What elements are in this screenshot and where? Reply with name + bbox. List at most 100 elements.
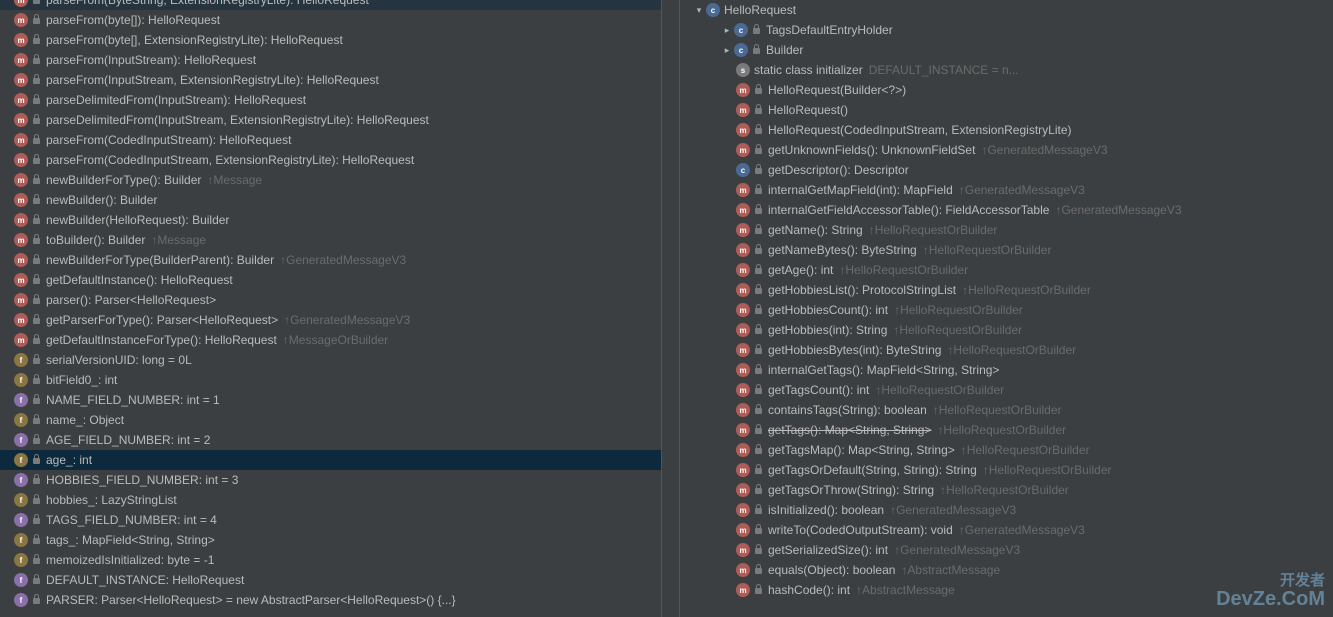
lock-icon — [32, 414, 42, 426]
tree-row[interactable]: mgetParserForType(): Parser<HelloRequest… — [0, 310, 661, 330]
lock-icon — [754, 164, 764, 176]
member-label: newBuilderForType(BuilderParent): Builde… — [46, 253, 274, 267]
method-icon: m — [14, 153, 28, 167]
method-icon: m — [14, 133, 28, 147]
tree-row[interactable]: mhashCode(): int↑AbstractMessage — [680, 580, 1333, 600]
field-icon: f — [14, 453, 28, 467]
method-icon: m — [736, 403, 750, 417]
override-hint: ↑HelloRequestOrBuilder — [937, 423, 1066, 437]
tree-row[interactable]: sstatic class initializerDEFAULT_INSTANC… — [680, 60, 1333, 80]
tree-row[interactable]: mparseDelimitedFrom(InputStream): HelloR… — [0, 90, 661, 110]
chevron-right-icon[interactable]: ▸ — [722, 25, 732, 36]
tree-row[interactable]: mgetName(): String↑HelloRequestOrBuilder — [680, 220, 1333, 240]
tree-row[interactable]: minternalGetFieldAccessorTable(): FieldA… — [680, 200, 1333, 220]
tree-row[interactable]: ▾cHelloRequest — [680, 0, 1333, 20]
tree-row[interactable]: mparseFrom(InputStream, ExtensionRegistr… — [0, 70, 661, 90]
tree-row[interactable]: fHOBBIES_FIELD_NUMBER: int = 3 — [0, 470, 661, 490]
tree-row[interactable]: mHelloRequest() — [680, 100, 1333, 120]
chevron-down-icon[interactable]: ▾ — [694, 5, 704, 16]
tree-row[interactable]: mnewBuilderForType(BuilderParent): Build… — [0, 250, 661, 270]
field-icon: f — [14, 413, 28, 427]
structure-panel-left[interactable]: mparseFrom(ByteString, ExtensionRegistry… — [0, 0, 662, 617]
tree-row[interactable]: mcontainsTags(String): boolean↑HelloRequ… — [680, 400, 1333, 420]
tree-row[interactable]: ▸cBuilder — [680, 40, 1333, 60]
tree-row[interactable]: mparseFrom(byte[], ExtensionRegistryLite… — [0, 30, 661, 50]
tree-row[interactable]: fhobbies_: LazyStringList — [0, 490, 661, 510]
tree-row[interactable]: mtoBuilder(): Builder↑Message — [0, 230, 661, 250]
member-label: getTags(): Map<String, String> — [768, 423, 931, 437]
lock-icon — [754, 484, 764, 496]
tree-row[interactable]: mgetTags(): Map<String, String>↑HelloReq… — [680, 420, 1333, 440]
tree-row[interactable]: fPARSER: Parser<HelloRequest> = new Abst… — [0, 590, 661, 610]
tree-row[interactable]: fbitField0_: int — [0, 370, 661, 390]
tree-row[interactable]: mgetTagsMap(): Map<String, String>↑Hello… — [680, 440, 1333, 460]
tree-row[interactable]: mparseFrom(InputStream): HelloRequest — [0, 50, 661, 70]
method-icon: m — [736, 463, 750, 477]
tree-row[interactable]: mgetHobbiesCount(): int↑HelloRequestOrBu… — [680, 300, 1333, 320]
panel-splitter[interactable] — [662, 0, 680, 617]
tree-row[interactable]: mgetHobbiesBytes(int): ByteString↑HelloR… — [680, 340, 1333, 360]
tree-row[interactable]: mgetAge(): int↑HelloRequestOrBuilder — [680, 260, 1333, 280]
lock-icon — [32, 534, 42, 546]
lock-icon — [32, 54, 42, 66]
tree-row[interactable]: misInitialized(): boolean↑GeneratedMessa… — [680, 500, 1333, 520]
tree-row[interactable]: ftags_: MapField<String, String> — [0, 530, 661, 550]
tree-row[interactable]: mgetTagsOrDefault(String, String): Strin… — [680, 460, 1333, 480]
tree-row[interactable]: ▸cTagsDefaultEntryHolder — [680, 20, 1333, 40]
tree-row[interactable]: minternalGetTags(): MapField<String, Str… — [680, 360, 1333, 380]
tree-row[interactable]: mHelloRequest(Builder<?>) — [680, 80, 1333, 100]
tree-row[interactable]: mgetNameBytes(): ByteString↑HelloRequest… — [680, 240, 1333, 260]
tree-row[interactable]: fage_: int — [0, 450, 661, 470]
tree-row[interactable]: mequals(Object): boolean↑AbstractMessage — [680, 560, 1333, 580]
tree-row[interactable]: cgetDescriptor(): Descriptor — [680, 160, 1333, 180]
field-icon: f — [14, 553, 28, 567]
method-icon: m — [14, 313, 28, 327]
method-icon: m — [736, 323, 750, 337]
tree-row[interactable]: fTAGS_FIELD_NUMBER: int = 4 — [0, 510, 661, 530]
tree-row[interactable]: fDEFAULT_INSTANCE: HelloRequest — [0, 570, 661, 590]
tree-row[interactable]: mparseFrom(ByteString, ExtensionRegistry… — [0, 0, 661, 10]
lock-icon — [32, 174, 42, 186]
tree-row[interactable]: mgetDefaultInstance(): HelloRequest — [0, 270, 661, 290]
tree-row[interactable]: minternalGetMapField(int): MapField↑Gene… — [680, 180, 1333, 200]
tree-row[interactable]: fserialVersionUID: long = 0L — [0, 350, 661, 370]
member-label: getSerializedSize(): int — [768, 543, 888, 557]
tree-row[interactable]: fname_: Object — [0, 410, 661, 430]
tree-row[interactable]: mnewBuilder(): Builder — [0, 190, 661, 210]
tree-row[interactable]: mHelloRequest(CodedInputStream, Extensio… — [680, 120, 1333, 140]
tree-row[interactable]: mparser(): Parser<HelloRequest> — [0, 290, 661, 310]
tree-row[interactable]: fmemoizedIsInitialized: byte = -1 — [0, 550, 661, 570]
tree-row[interactable]: mparseFrom(CodedInputStream): HelloReque… — [0, 130, 661, 150]
structure-panel-right[interactable]: ▾cHelloRequest▸cTagsDefaultEntryHolder▸c… — [680, 0, 1333, 617]
tree-row[interactable]: mparseFrom(CodedInputStream, ExtensionRe… — [0, 150, 661, 170]
tree-row[interactable]: mgetHobbiesList(): ProtocolStringList↑He… — [680, 280, 1333, 300]
lock-icon — [754, 404, 764, 416]
method-icon: m — [736, 443, 750, 457]
tree-row[interactable]: mgetTagsOrThrow(String): String↑HelloReq… — [680, 480, 1333, 500]
member-label: newBuilder(): Builder — [46, 193, 157, 207]
member-label: getTagsCount(): int — [768, 383, 869, 397]
tree-row[interactable]: mparseFrom(byte[]): HelloRequest — [0, 10, 661, 30]
tree-row[interactable]: mgetDefaultInstanceForType(): HelloReque… — [0, 330, 661, 350]
tree-row[interactable]: mgetTagsCount(): int↑HelloRequestOrBuild… — [680, 380, 1333, 400]
tree-row[interactable]: mparseDelimitedFrom(InputStream, Extensi… — [0, 110, 661, 130]
override-hint: ↑GeneratedMessageV3 — [959, 183, 1085, 197]
lock-icon — [32, 474, 42, 486]
lock-icon — [754, 504, 764, 516]
tree-row[interactable]: mgetSerializedSize(): int↑GeneratedMessa… — [680, 540, 1333, 560]
chevron-right-icon[interactable]: ▸ — [722, 45, 732, 56]
tree-row[interactable]: mgetUnknownFields(): UnknownFieldSet↑Gen… — [680, 140, 1333, 160]
lock-icon — [32, 14, 42, 26]
member-label: tags_: MapField<String, String> — [46, 533, 215, 547]
member-label: HelloRequest(Builder<?>) — [768, 83, 906, 97]
tree-row[interactable]: fAGE_FIELD_NUMBER: int = 2 — [0, 430, 661, 450]
tree-row[interactable]: fNAME_FIELD_NUMBER: int = 1 — [0, 390, 661, 410]
tree-row[interactable]: mwriteTo(CodedOutputStream): void↑Genera… — [680, 520, 1333, 540]
method-icon: m — [736, 203, 750, 217]
tree-row[interactable]: mnewBuilder(HelloRequest): Builder — [0, 210, 661, 230]
lock-icon — [754, 524, 764, 536]
tree-row[interactable]: mgetHobbies(int): String↑HelloRequestOrB… — [680, 320, 1333, 340]
override-hint: ↑HelloRequestOrBuilder — [947, 343, 1076, 357]
field-purple-icon: f — [14, 593, 28, 607]
tree-row[interactable]: mnewBuilderForType(): Builder↑Message — [0, 170, 661, 190]
